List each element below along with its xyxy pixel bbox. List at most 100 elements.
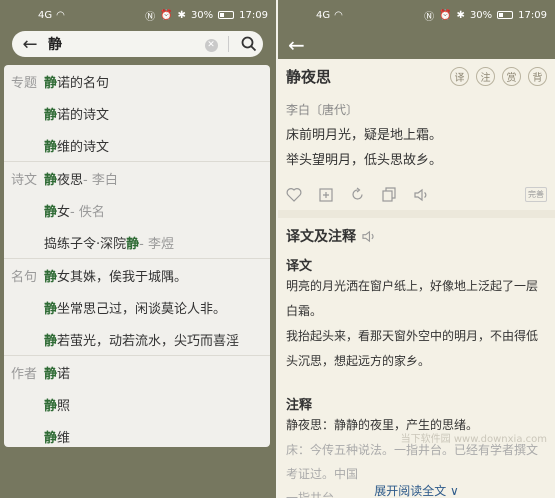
result-text: 夜思 — [57, 172, 84, 188]
clear-icon[interactable]: ✕ — [200, 37, 222, 52]
copy-icon[interactable] — [382, 187, 397, 202]
results-list: 专题静诺的名句静诺的诗文静维的诗文 诗文静夜思 - 李白静女 - 佚名 捣练子令·深… — [4, 65, 270, 447]
result-group: 名句静女其姝，俟我于城隅。静坐常思己过，闲谈莫论人非。静若萤光，动若流水，尖巧而… — [4, 259, 270, 356]
result-text: 女其姝，俟我于城隅。 — [57, 269, 188, 285]
wifi-icon: ◠ — [334, 9, 343, 21]
battery-percent: 30% — [190, 9, 214, 21]
notes-paragraph-faded: 床：今传五种说法。一指井台。已经有学者撰文考证过。中国 — [286, 443, 539, 481]
result-author: - 李煜 — [139, 236, 174, 252]
recite-button[interactable]: 背 — [528, 67, 547, 86]
search-input[interactable]: 静 — [48, 34, 200, 54]
search-divider — [228, 36, 229, 52]
bluetooth-icon: ✱ — [177, 9, 186, 21]
translation-heading: 译文及注释 — [286, 229, 356, 245]
result-text: 诺的名句 — [57, 75, 110, 91]
network-icon: 4G — [38, 9, 53, 21]
result-author: - 佚名 — [70, 204, 105, 220]
action-bar: 完善 — [286, 187, 547, 210]
poem-line: 举头望明月，低头思故乡。 — [286, 153, 443, 168]
result-text: 维的诗文 — [57, 139, 110, 155]
result-item[interactable]: 静若萤光，动若流水，尖巧而喜淫 — [44, 323, 270, 355]
result-highlight: 静 — [44, 139, 58, 155]
result-item[interactable]: 静照 — [44, 388, 270, 420]
back-arrow-icon[interactable]: ← — [12, 34, 48, 55]
translation-section: 译文及注释 译文 明亮的月光洒在窗户纸上，好像地上泛起了一层白霜。 我抬起头来，… — [278, 218, 555, 498]
improve-badge[interactable]: 完善 — [525, 187, 547, 202]
wifi-icon: ◠ — [56, 9, 65, 21]
result-item[interactable]: 静维 — [44, 420, 270, 447]
result-item[interactable]: 静诺的名句 — [44, 65, 270, 97]
result-author: - 李白 — [83, 172, 118, 188]
result-item[interactable]: 静夜思 - 李白 — [44, 162, 270, 194]
translation-subheading: 译文 — [286, 259, 313, 274]
result-highlight: 静 — [44, 430, 58, 446]
result-text: 女 — [57, 204, 71, 220]
result-highlight: 静 — [44, 204, 58, 220]
status-bar: 4G ◠ Ⓝ ⏰ ✱ 30% 17:09 — [0, 0, 276, 30]
poem-line: 床前明月光，疑是地上霜。 — [286, 128, 443, 143]
result-item[interactable]: 静坐常思己过，闲谈莫论人非。 — [44, 291, 270, 323]
nfc-icon: Ⓝ — [424, 11, 435, 23]
alarm-icon: ⏰ — [160, 9, 173, 21]
result-highlight: 静 — [44, 172, 58, 188]
bluetooth-icon: ✱ — [456, 9, 465, 21]
speaker-icon[interactable] — [362, 230, 376, 243]
speaker-icon[interactable] — [414, 188, 429, 202]
result-item[interactable]: 静诺的诗文 — [44, 97, 270, 129]
status-time: 17:09 — [239, 9, 268, 21]
poem-author: 李白〔唐代〕 — [286, 103, 359, 117]
result-text: 坐常思己过，闲谈莫论人非。 — [57, 301, 227, 317]
translation-paragraph: 我抬起头来，看那天窗外空中的明月，不由得低头沉思，想起远方的家乡。 — [286, 329, 539, 368]
refresh-icon[interactable] — [350, 187, 365, 202]
watermark-logo: 当下软件园 www.downxia.com — [400, 434, 547, 445]
back-arrow-icon[interactable]: ← — [288, 33, 305, 57]
result-text: 诺的诗文 — [57, 107, 110, 123]
poem-title: 静夜思 — [286, 68, 332, 86]
result-highlight: 静 — [44, 301, 58, 317]
annotate-button[interactable]: 注 — [476, 67, 495, 86]
result-item[interactable]: 静女 - 佚名 — [44, 194, 270, 226]
result-text: 照 — [57, 398, 71, 414]
nfc-icon: Ⓝ — [145, 11, 156, 23]
result-item[interactable]: 捣练子令·深院静 - 李煜 — [44, 226, 270, 258]
result-highlight: 静 — [44, 75, 58, 91]
result-highlight: 静 — [44, 398, 58, 414]
appreciate-button[interactable]: 赏 — [502, 67, 521, 86]
translate-button[interactable]: 译 — [450, 67, 469, 86]
result-highlight: 静 — [44, 269, 58, 285]
toolbar: ← — [278, 30, 555, 59]
poem-detail-screen: 4G ◠ Ⓝ ⏰ ✱ 30% 17:09 ← 静夜思 译 注 赏 背 李白〔唐代… — [278, 0, 555, 498]
battery-percent: 30% — [469, 9, 493, 21]
translation-paragraph: 明亮的月光洒在窗户纸上，好像地上泛起了一层白霜。 — [286, 279, 539, 318]
result-text: 维 — [57, 430, 71, 446]
battery-icon — [218, 11, 235, 19]
result-group: 专题静诺的名句静诺的诗文静维的诗文 — [4, 65, 270, 162]
result-text: 捣练子令·深院 — [44, 236, 127, 252]
result-highlight: 静 — [44, 107, 58, 123]
result-highlight: 静 — [44, 333, 58, 349]
search-button[interactable] — [235, 32, 263, 56]
search-icon — [241, 36, 257, 52]
result-category: 专题 — [11, 76, 38, 91]
notes-subheading: 注释 — [286, 398, 313, 413]
result-highlight: 静 — [44, 366, 58, 382]
result-item[interactable]: 静维的诗文 — [44, 129, 270, 161]
status-bar: 4G ◠ Ⓝ ⏰ ✱ 30% 17:09 — [278, 0, 555, 30]
poem-card: 静夜思 译 注 赏 背 李白〔唐代〕 床前明月光，疑是地上霜。 举头望明月，低头… — [278, 59, 555, 210]
result-group: 作者静诺静照静维 — [4, 356, 270, 447]
network-icon: 4G — [316, 9, 331, 21]
result-highlight: 静 — [126, 236, 140, 252]
result-group: 诗文静夜思 - 李白静女 - 佚名 捣练子令·深院静 - 李煜 — [4, 162, 270, 259]
result-category: 诗文 — [11, 173, 38, 188]
alarm-icon: ⏰ — [439, 9, 452, 21]
search-results-screen: 4G ◠ Ⓝ ⏰ ✱ 30% 17:09 ← 静 ✕ 专题静诺的名句静诺的诗文静… — [0, 0, 276, 498]
expand-full-text-link[interactable]: 展开阅读全文 ∨ — [278, 482, 555, 498]
result-category: 名句 — [11, 270, 38, 285]
result-item[interactable]: 静女其姝，俟我于城隅。 — [44, 259, 270, 291]
result-item[interactable]: 静诺 — [44, 356, 270, 388]
result-text: 若萤光，动若流水，尖巧而喜淫 — [57, 333, 240, 349]
result-category: 作者 — [11, 367, 38, 382]
search-bar: ← 静 ✕ — [12, 31, 263, 57]
favorite-heart-icon[interactable] — [286, 187, 302, 202]
add-icon[interactable] — [319, 187, 333, 202]
